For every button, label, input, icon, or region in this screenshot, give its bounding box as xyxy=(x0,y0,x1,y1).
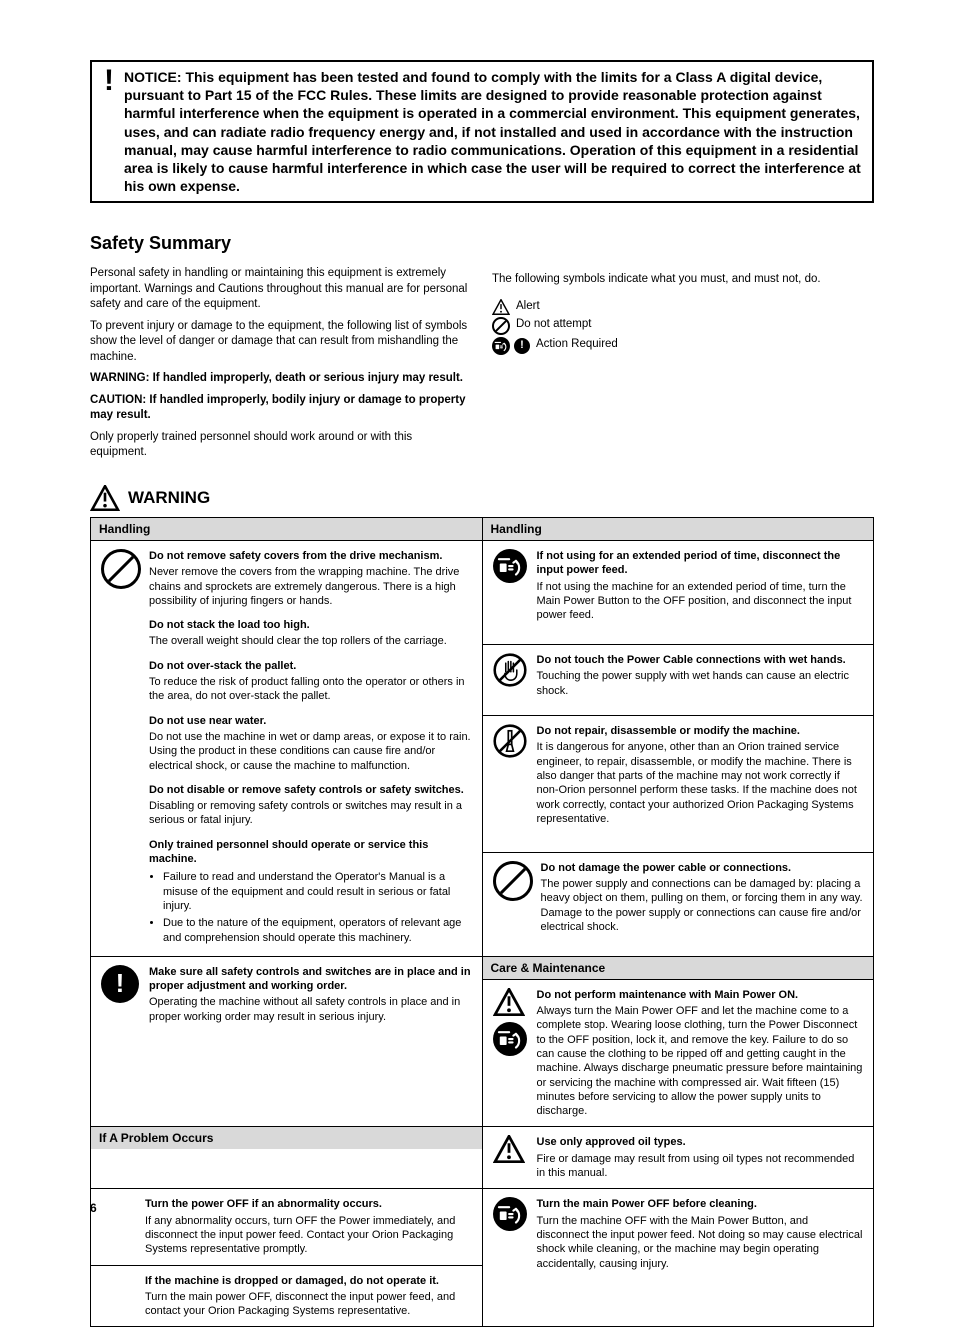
legend-donot: Do not attempt xyxy=(516,317,874,333)
intro-p: Personal safety in handling or maintaini… xyxy=(90,266,472,313)
item: Do not remove safety covers from the dri… xyxy=(149,549,472,608)
table-row: Turn the power OFF if an abnormality occ… xyxy=(91,1189,482,1264)
care-header: Care & Maintenance xyxy=(483,957,874,979)
intro-p: To prevent injury or damage to the equip… xyxy=(90,319,472,366)
legend-alert: Alert xyxy=(516,299,874,315)
unplug-icon xyxy=(493,1197,527,1231)
warning-heading: WARNING xyxy=(90,485,874,511)
table-row: Do not touch the Power Cable connections… xyxy=(483,645,874,706)
alert-triangle-icon xyxy=(493,988,525,1016)
item: Do not use near water. Do not use the ma… xyxy=(149,714,472,773)
icon-legend: The following symbols indicate what you … xyxy=(492,260,874,467)
prohibit-icon xyxy=(101,549,141,589)
table-row: Do not damage the power cable or connect… xyxy=(483,853,874,942)
intro-left: Personal safety in handling or maintaini… xyxy=(90,260,472,467)
item: Do not disable or remove safety controls… xyxy=(149,783,472,828)
col-header-right: Handling xyxy=(483,518,874,540)
table-row: If the machine is dropped or damaged, do… xyxy=(91,1266,482,1327)
unplug-icon xyxy=(493,1022,527,1056)
warning-label: WARNING xyxy=(128,488,210,508)
mandatory-icon: ! xyxy=(101,965,139,1003)
fcc-notice-text: NOTICE: This equipment has been tested a… xyxy=(124,68,862,195)
table-row: Do not remove safety covers from the dri… xyxy=(91,541,482,956)
safety-summary-title: Safety Summary xyxy=(90,233,874,254)
table-row: Do not perform maintenance with Main Pow… xyxy=(483,980,874,1127)
page-number: 6 xyxy=(90,1201,97,1215)
prohibit-icon xyxy=(492,317,510,335)
safety-table: Handling Handling Do not remove safety c… xyxy=(90,517,874,1327)
problem-header: If A Problem Occurs xyxy=(91,1127,482,1149)
table-row: ! Make sure all safety controls and swit… xyxy=(91,957,482,1032)
legend-action: Action Required xyxy=(536,337,874,353)
table-row: If not using for an extended period of t… xyxy=(483,541,874,630)
unplug-icon xyxy=(492,337,510,355)
table-row: Do not repair, disassemble or modify the… xyxy=(483,716,874,834)
no-disassemble-icon xyxy=(493,724,527,758)
prohibit-icon xyxy=(493,861,533,901)
unplug-icon xyxy=(493,549,527,583)
col-header-left: Handling xyxy=(91,518,482,540)
alert-triangle-icon xyxy=(493,1135,525,1163)
item: Only trained personnel should operate or… xyxy=(149,838,472,945)
exclamation-icon: ! xyxy=(104,66,114,96)
no-touch-icon xyxy=(493,653,527,687)
fcc-notice-box: ! NOTICE: This equipment has been tested… xyxy=(90,60,874,203)
item: Do not stack the load too high. The over… xyxy=(149,618,472,649)
table-row: Use only approved oil types. Fire or dam… xyxy=(483,1127,874,1188)
intro-p: CAUTION: If handled improperly, bodily i… xyxy=(90,393,472,424)
mandatory-icon: ! xyxy=(514,338,530,354)
alert-triangle-icon xyxy=(90,485,120,511)
intro-p: Only properly trained personnel should w… xyxy=(90,430,472,461)
manual-page: ! NOTICE: This equipment has been tested… xyxy=(0,0,954,1235)
item: Do not over-stack the pallet. To reduce … xyxy=(149,659,472,704)
intro-row: Personal safety in handling or maintaini… xyxy=(90,260,874,467)
alert-triangle-icon xyxy=(492,299,510,315)
table-row: Turn the main Power OFF before cleaning.… xyxy=(483,1189,874,1278)
legend-intro: The following symbols indicate what you … xyxy=(492,272,874,288)
intro-p: WARNING: If handled improperly, death or… xyxy=(90,371,472,387)
